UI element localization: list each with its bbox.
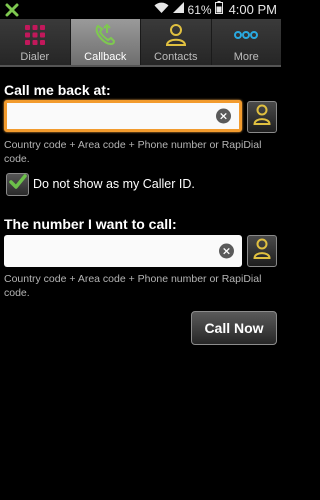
battery-percent: 61% <box>187 2 212 17</box>
destination-number-input[interactable] <box>8 235 208 267</box>
destination-contact-button[interactable] <box>247 235 277 267</box>
status-indicators: 61% 4:00 PM <box>154 0 277 19</box>
callback-contact-button[interactable] <box>247 101 277 133</box>
destination-number-field[interactable]: × <box>4 235 242 267</box>
caller-id-checkbox[interactable] <box>6 173 29 196</box>
tab-label: Dialer <box>20 51 50 63</box>
battery-icon <box>214 0 223 19</box>
status-bar: 61% 4:00 PM <box>0 0 281 19</box>
caller-id-label[interactable]: Do not show as my Caller ID. <box>33 177 195 191</box>
person-icon <box>253 238 271 265</box>
tab-contacts[interactable]: Contacts <box>141 19 212 65</box>
call-now-button[interactable]: Call Now <box>191 311 277 345</box>
signal-icon <box>172 1 185 19</box>
tab-dialer[interactable]: Dialer <box>0 19 71 65</box>
dialpad-icon <box>22 22 48 48</box>
tab-label: Callback <box>84 51 127 63</box>
tab-label: Contacts <box>154 51 198 63</box>
destination-hint: Country code + Area code + Phone number … <box>4 273 262 299</box>
clear-icon[interactable]: × <box>216 108 231 124</box>
clear-icon[interactable]: × <box>219 243 234 259</box>
callback-number-input[interactable] <box>11 103 211 129</box>
check-icon <box>8 174 27 195</box>
tab-callback[interactable]: Callback <box>70 19 141 65</box>
callback-phone-icon <box>92 22 118 48</box>
person-icon <box>163 22 189 48</box>
callback-hint: Country code + Area code + Phone number … <box>4 139 262 165</box>
tab-more[interactable]: More <box>211 19 281 65</box>
tab-label: More <box>233 51 259 63</box>
destination-label: The number I want to call: <box>4 216 177 232</box>
callback-number-field[interactable]: × <box>4 100 242 132</box>
status-time: 4:00 PM <box>228 2 277 17</box>
tab-bar: Dialer Callback Contacts More <box>0 19 281 67</box>
app-notification-icon <box>4 2 20 18</box>
person-icon <box>253 104 271 131</box>
callback-label: Call me back at: <box>4 82 111 98</box>
more-dots-icon <box>233 22 259 48</box>
wifi-icon <box>154 1 169 19</box>
